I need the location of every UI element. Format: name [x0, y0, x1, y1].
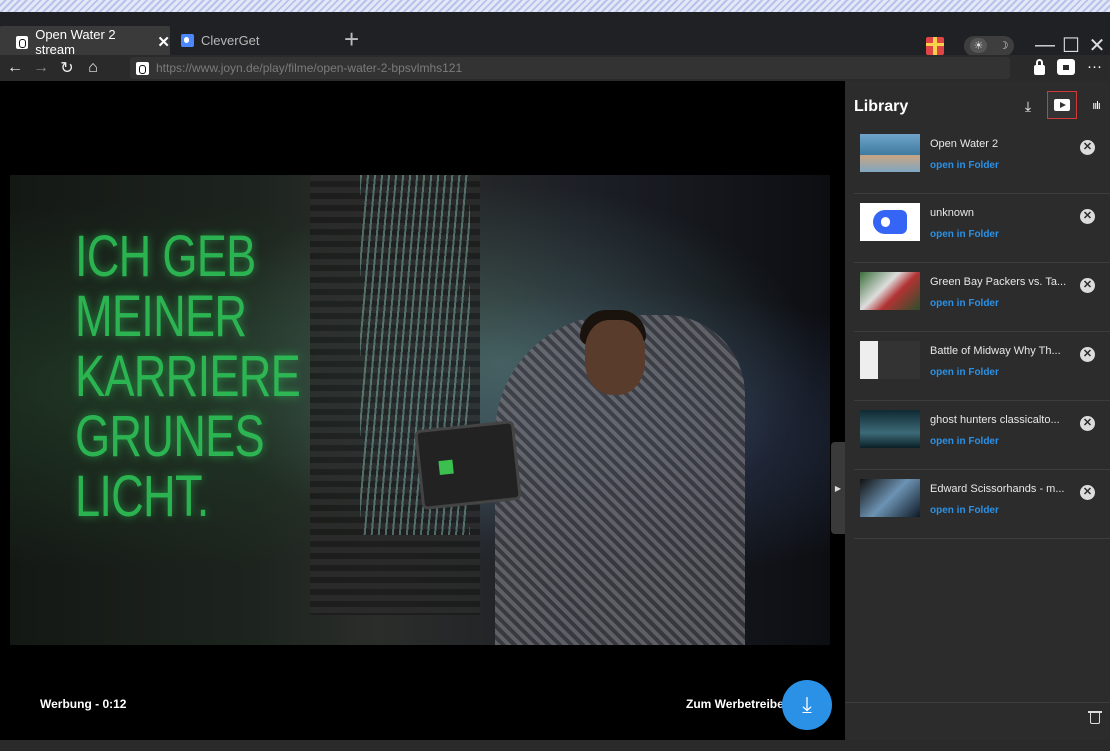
status-strip	[0, 740, 1110, 751]
open-in-folder-link[interactable]: open in Folder	[930, 298, 999, 309]
video-thumbnail	[860, 272, 920, 310]
item-title: Edward Scissorhands - m...	[930, 483, 1065, 495]
divider	[845, 702, 1110, 703]
site-icon	[136, 61, 149, 75]
back-button[interactable]: ←	[4, 59, 26, 77]
tablet-device	[414, 419, 522, 511]
remove-item-icon[interactable]: ✕	[1080, 347, 1095, 362]
video-thumbnail	[860, 203, 920, 241]
download-icon: ⤓	[802, 692, 812, 717]
url-field[interactable]	[130, 57, 1010, 79]
neon-sign-text: ICH GEB MEINER KARRIERE GRUNES LICHT.	[75, 224, 301, 529]
open-in-folder-link[interactable]: open in Folder	[930, 160, 999, 171]
joyn-favicon-icon	[16, 35, 29, 49]
ad-countdown-label: Werbung - 0:12	[40, 697, 127, 711]
item-title: unknown	[930, 207, 975, 219]
list-item[interactable]: ghost hunters classicalto... open in Fol…	[854, 401, 1110, 470]
video-thumbnail	[860, 410, 920, 448]
chevron-right-icon: ▶	[834, 483, 842, 493]
open-in-folder-link[interactable]: open in Folder	[930, 505, 999, 516]
video-thumbnail	[860, 134, 920, 172]
open-in-folder-link[interactable]: open in Folder	[930, 367, 999, 378]
tab-bar: Open Water 2 stream ✕ CleverGet + ☀ ☽ — …	[0, 12, 1110, 58]
trash-body	[1090, 713, 1100, 724]
video-tab-icon[interactable]	[1047, 91, 1077, 119]
open-in-folder-link[interactable]: open in Folder	[930, 436, 999, 447]
list-item[interactable]: Edward Scissorhands - m... open in Folde…	[854, 470, 1110, 539]
tab-cleverget[interactable]: CleverGet	[181, 26, 331, 54]
library-header: Library ⤓ ıılı	[845, 81, 1110, 125]
trash-icon[interactable]	[1088, 709, 1102, 725]
video-frame: ICH GEB MEINER KARRIERE GRUNES LICHT.	[10, 175, 830, 645]
tab-close-icon[interactable]: ✕	[157, 33, 170, 51]
remove-item-icon[interactable]: ✕	[1080, 278, 1095, 293]
library-panel: Library ⤓ ıılı Open Water 2 open in Fold…	[845, 81, 1110, 740]
item-title: ghost hunters classicalto...	[930, 414, 1060, 426]
video-thumbnail	[860, 341, 920, 379]
window-top-stripe	[0, 0, 1110, 12]
person-head	[585, 320, 645, 395]
extension-icon[interactable]	[1057, 58, 1075, 75]
remove-item-icon[interactable]: ✕	[1080, 140, 1095, 155]
item-title: Open Water 2	[930, 138, 999, 150]
address-bar: ← → ↻ ⌂ ···	[0, 55, 1110, 81]
audio-tab-icon[interactable]: ıılı	[1083, 93, 1109, 119]
download-button[interactable]: ⤓	[782, 680, 832, 730]
play-icon	[1054, 99, 1070, 111]
moon-icon: ☽	[998, 40, 1009, 52]
minimize-button[interactable]: —	[1032, 34, 1058, 57]
list-item[interactable]: Green Bay Packers vs. Ta... open in Fold…	[854, 263, 1110, 332]
tab-label: CleverGet	[201, 32, 260, 48]
remove-item-icon[interactable]: ✕	[1080, 485, 1095, 500]
video-thumbnail	[860, 479, 920, 517]
library-list: Open Water 2 open in Folder ✕ unknown op…	[854, 125, 1110, 539]
item-title: Green Bay Packers vs. Ta...	[930, 276, 1067, 288]
lock-icon[interactable]	[1034, 58, 1045, 75]
url-input[interactable]	[156, 61, 996, 75]
reload-button[interactable]: ↻	[56, 58, 78, 78]
home-button[interactable]: ⌂	[82, 59, 104, 77]
library-title: Library	[854, 98, 909, 115]
new-tab-button[interactable]: +	[344, 26, 359, 52]
list-item[interactable]: unknown open in Folder ✕	[854, 194, 1110, 263]
sun-icon: ☀	[969, 38, 988, 53]
forward-button[interactable]: →	[30, 59, 52, 77]
remove-item-icon[interactable]: ✕	[1080, 209, 1095, 224]
tab-open-water-2[interactable]: Open Water 2 stream ✕	[0, 26, 170, 58]
open-in-folder-link[interactable]: open in Folder	[930, 229, 999, 240]
more-menu-icon[interactable]: ···	[1087, 58, 1102, 75]
item-title: Battle of Midway Why Th...	[930, 345, 1061, 357]
tab-label: Open Water 2 stream	[35, 27, 116, 57]
video-player[interactable]: ICH GEB MEINER KARRIERE GRUNES LICHT. We…	[0, 81, 845, 740]
cleverget-logo-icon	[873, 210, 907, 234]
theme-toggle[interactable]: ☀ ☽	[964, 35, 1014, 56]
gift-icon[interactable]	[926, 36, 944, 55]
list-item[interactable]: Battle of Midway Why Th... open in Folde…	[854, 332, 1110, 401]
sidebar-collapse-handle[interactable]: ▶	[831, 442, 845, 534]
list-item[interactable]: Open Water 2 open in Folder ✕	[854, 125, 1110, 194]
downloads-tab-icon[interactable]: ⤓	[1015, 93, 1041, 119]
advertiser-link[interactable]: Zum Werbetreibe	[686, 697, 784, 711]
cleverget-favicon-icon	[181, 33, 194, 47]
remove-item-icon[interactable]: ✕	[1080, 416, 1095, 431]
